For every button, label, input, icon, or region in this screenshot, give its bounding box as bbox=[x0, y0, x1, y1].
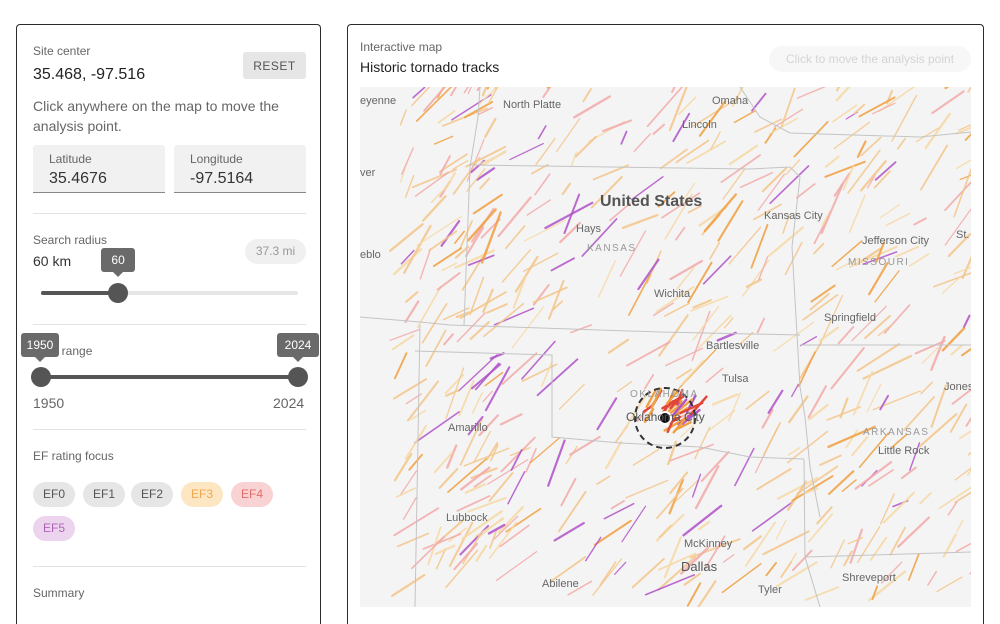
date-range-track bbox=[41, 375, 298, 379]
map-label: Lubbock bbox=[446, 512, 488, 524]
summary-label: Summary bbox=[33, 586, 85, 600]
map-label: ARKANSAS bbox=[863, 427, 929, 438]
ef2-chip[interactable]: EF2 bbox=[131, 482, 173, 507]
map-label: Abilene bbox=[542, 578, 579, 590]
map-kicker: Interactive map bbox=[360, 40, 443, 54]
date-start-tooltip: 1950 bbox=[21, 333, 59, 362]
latitude-label: Latitude bbox=[49, 152, 92, 166]
map-label: Jefferson City bbox=[862, 235, 930, 247]
longitude-field[interactable]: Longitude -97.5164 bbox=[174, 145, 306, 193]
radius-slider-thumb[interactable] bbox=[108, 283, 129, 303]
radius-label: Search radius bbox=[33, 233, 108, 247]
radius-slider-track bbox=[41, 291, 119, 295]
map-label: McKinney bbox=[684, 538, 733, 550]
latitude-input[interactable]: 35.4676 bbox=[49, 170, 107, 188]
map-label: Wichita bbox=[654, 288, 691, 300]
tornado-map[interactable]: eyenne North Platte Omaha Lincoln ver eb… bbox=[360, 87, 971, 607]
divider bbox=[33, 429, 306, 430]
map-label: Dallas bbox=[681, 559, 718, 574]
map-canvas[interactable]: eyenne North Platte Omaha Lincoln ver eb… bbox=[360, 87, 971, 607]
map-title: Historic tornado tracks bbox=[360, 59, 500, 75]
longitude-input[interactable]: -97.5164 bbox=[190, 170, 253, 188]
divider bbox=[33, 213, 306, 214]
map-label: Oklahoma City bbox=[626, 410, 705, 424]
map-label: Lincoln bbox=[682, 119, 717, 131]
map-label: North Platte bbox=[503, 99, 561, 111]
map-label: Bartlesville bbox=[706, 340, 759, 352]
radius-tooltip: 60 bbox=[101, 248, 136, 277]
radius-value: 60 km bbox=[33, 253, 72, 269]
site-center-value: 35.468, -97.516 bbox=[33, 66, 146, 83]
map-label: Hays bbox=[576, 223, 602, 235]
map-label: eblo bbox=[360, 249, 381, 261]
ef1-chip[interactable]: EF1 bbox=[83, 482, 125, 507]
latitude-field[interactable]: Latitude 35.4676 bbox=[33, 145, 165, 193]
map-label: Tyler bbox=[758, 584, 782, 596]
date-range-start-thumb[interactable] bbox=[31, 367, 51, 387]
map-label: United States bbox=[600, 193, 702, 210]
ef3-chip[interactable]: EF3 bbox=[181, 482, 223, 507]
ef4-chip[interactable]: EF4 bbox=[231, 482, 273, 507]
ef5-chip[interactable]: EF5 bbox=[33, 516, 75, 541]
map-label: Springfield bbox=[824, 312, 876, 324]
map-label: MISSOURI bbox=[848, 257, 909, 268]
map-card: Interactive map Historic tornado tracks … bbox=[347, 24, 984, 624]
date-end-tooltip: 2024 bbox=[277, 333, 319, 362]
date-to-value: 2024 bbox=[273, 395, 305, 411]
date-from-value: 1950 bbox=[33, 395, 65, 411]
map-label: OKLAHOMA bbox=[630, 389, 699, 400]
map-label: St. bbox=[956, 229, 969, 241]
map-label: eyenne bbox=[360, 95, 396, 107]
map-label: Omaha bbox=[712, 95, 749, 107]
ef0-chip[interactable]: EF0 bbox=[33, 482, 75, 507]
move-point-button[interactable]: Click to move the analysis point bbox=[769, 46, 971, 72]
divider bbox=[33, 324, 306, 325]
map-label: ver bbox=[360, 167, 376, 179]
map-label: KANSAS bbox=[587, 243, 637, 254]
map-hint: Click anywhere on the map to move the an… bbox=[33, 98, 279, 134]
date-range-end-thumb[interactable] bbox=[288, 367, 308, 387]
map-label: Amarillo bbox=[448, 422, 488, 434]
map-label: Kansas City bbox=[764, 210, 823, 222]
map-label: Jones bbox=[944, 381, 971, 393]
radius-miles-badge: 37.3 mi bbox=[245, 239, 306, 264]
divider bbox=[33, 566, 306, 567]
reset-button[interactable]: RESET bbox=[243, 52, 306, 79]
controls-panel: Site center 35.468, -97.516 RESET Click … bbox=[16, 24, 321, 624]
map-label: Tulsa bbox=[722, 373, 749, 385]
map-label: Little Rock bbox=[878, 445, 930, 457]
site-center-label: Site center bbox=[33, 44, 91, 58]
ef-focus-label: EF rating focus bbox=[33, 449, 114, 463]
longitude-label: Longitude bbox=[190, 152, 243, 166]
map-label: Shreveport bbox=[842, 572, 896, 584]
